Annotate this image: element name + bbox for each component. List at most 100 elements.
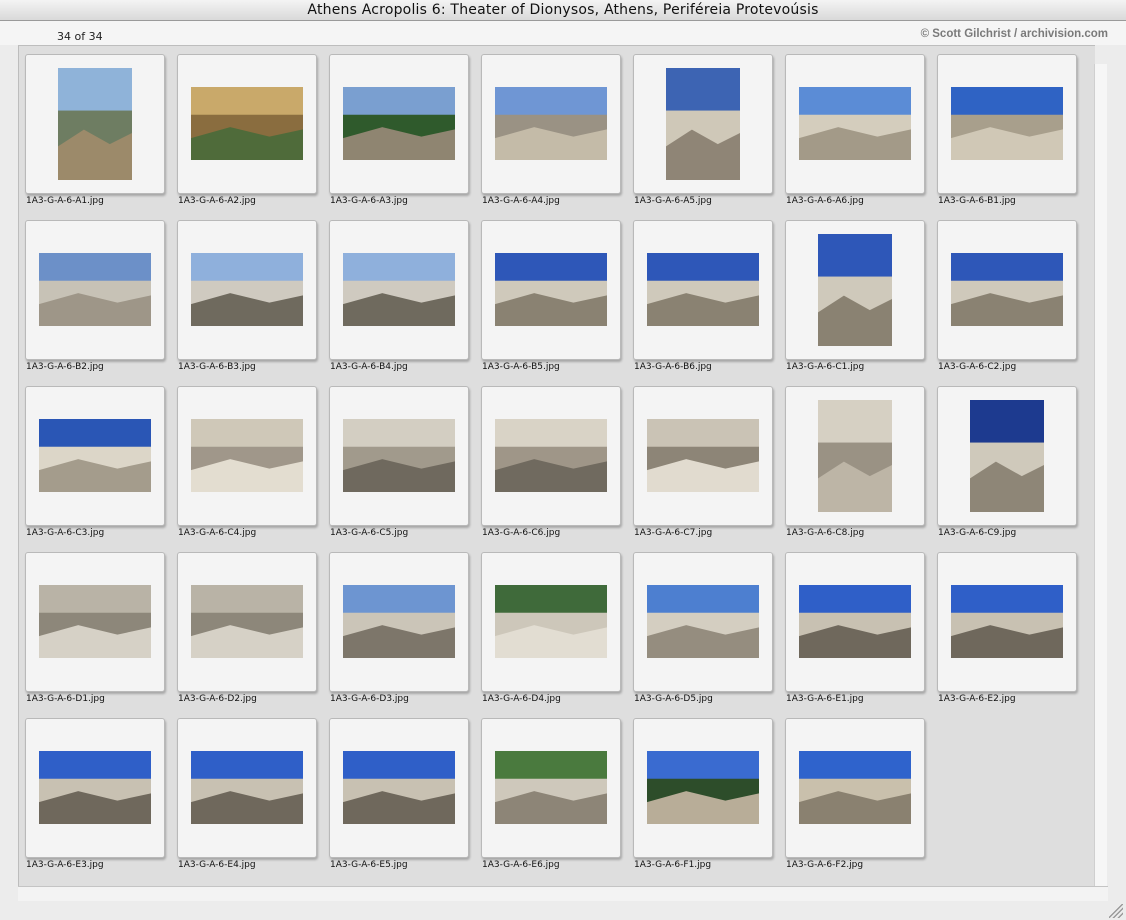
filename-label: 1A3-G-A-6-C5.jpg	[330, 528, 409, 538]
filename-label: 1A3-G-A-6-C8.jpg	[786, 528, 865, 538]
slide-thumbnail[interactable]	[633, 54, 773, 194]
slide-thumbnail[interactable]	[177, 718, 317, 858]
photo-image	[58, 68, 132, 180]
filename-label: 1A3-G-A-6-E6.jpg	[482, 860, 560, 870]
slide-thumbnail[interactable]	[481, 220, 621, 360]
slide-thumbnail[interactable]	[177, 552, 317, 692]
slide-thumbnail[interactable]	[785, 718, 925, 858]
resize-grip-icon[interactable]	[1109, 904, 1123, 918]
filename-label: 1A3-G-A-6-B4.jpg	[330, 362, 408, 372]
slide-thumbnail[interactable]	[785, 386, 925, 526]
slide-thumbnail[interactable]	[25, 718, 165, 858]
filename-label: 1A3-G-A-6-E5.jpg	[330, 860, 408, 870]
copyright-credit: © Scott Gilchrist / archivision.com	[920, 28, 1108, 40]
photo-image	[799, 585, 911, 658]
filename-label: 1A3-G-A-6-C9.jpg	[938, 528, 1017, 538]
slide-thumbnail[interactable]	[481, 718, 621, 858]
photo-image	[39, 253, 151, 326]
image-count: 34 of 34	[57, 30, 103, 43]
filename-label: 1A3-G-A-6-A3.jpg	[330, 196, 408, 206]
filename-label: 1A3-G-A-6-B6.jpg	[634, 362, 712, 372]
slide-thumbnail[interactable]	[329, 220, 469, 360]
slide-thumbnail[interactable]	[785, 552, 925, 692]
slide-thumbnail[interactable]	[481, 386, 621, 526]
vertical-scrollbar[interactable]	[1094, 64, 1107, 886]
photo-image	[495, 751, 607, 824]
slide-thumbnail[interactable]	[329, 718, 469, 858]
photo-image	[495, 419, 607, 492]
filename-label: 1A3-G-A-6-E4.jpg	[178, 860, 256, 870]
photo-image	[647, 585, 759, 658]
photo-image	[39, 419, 151, 492]
slide-thumbnail[interactable]	[937, 552, 1077, 692]
filename-label: 1A3-G-A-6-B2.jpg	[26, 362, 104, 372]
filename-label: 1A3-G-A-6-D2.jpg	[178, 694, 257, 704]
photo-image	[495, 87, 607, 160]
filename-label: 1A3-G-A-6-F2.jpg	[786, 860, 864, 870]
filename-label: 1A3-G-A-6-E1.jpg	[786, 694, 864, 704]
info-bar: 34 of 34 © Scott Gilchrist / archivision…	[0, 21, 1126, 45]
photo-image	[191, 419, 303, 492]
slide-thumbnail[interactable]	[25, 54, 165, 194]
slide-thumbnail[interactable]	[25, 220, 165, 360]
photo-image	[799, 751, 911, 824]
slide-thumbnail[interactable]	[329, 552, 469, 692]
slide-thumbnail[interactable]	[785, 220, 925, 360]
photo-image	[191, 751, 303, 824]
slide-thumbnail[interactable]	[937, 386, 1077, 526]
slide-thumbnail[interactable]	[633, 220, 773, 360]
slide-thumbnail[interactable]	[937, 54, 1077, 194]
photo-image	[818, 400, 892, 512]
slide-thumbnail[interactable]	[25, 552, 165, 692]
slide-thumbnail[interactable]	[329, 386, 469, 526]
slide-thumbnail[interactable]	[937, 220, 1077, 360]
filename-label: 1A3-G-A-6-C1.jpg	[786, 362, 865, 372]
filename-label: 1A3-G-A-6-D3.jpg	[330, 694, 409, 704]
filename-label: 1A3-G-A-6-A2.jpg	[178, 196, 256, 206]
photo-image	[39, 751, 151, 824]
photo-image	[191, 585, 303, 658]
photo-image	[39, 585, 151, 658]
photo-image	[647, 253, 759, 326]
photo-image	[495, 253, 607, 326]
photo-image	[343, 585, 455, 658]
photo-image	[343, 87, 455, 160]
photo-image	[951, 253, 1063, 326]
filename-label: 1A3-G-A-6-E2.jpg	[938, 694, 1016, 704]
filename-label: 1A3-G-A-6-B1.jpg	[938, 196, 1016, 206]
slide-thumbnail[interactable]	[633, 718, 773, 858]
slide-thumbnail[interactable]	[177, 220, 317, 360]
photo-image	[799, 87, 911, 160]
photo-image	[343, 419, 455, 492]
photo-image	[647, 419, 759, 492]
photo-image	[951, 585, 1063, 658]
slide-thumbnail[interactable]	[481, 552, 621, 692]
slide-thumbnail[interactable]	[633, 386, 773, 526]
photo-image	[191, 253, 303, 326]
window-title: Athens Acropolis 6: Theater of Dionysos,…	[0, 0, 1126, 21]
slide-thumbnail[interactable]	[633, 552, 773, 692]
filename-label: 1A3-G-A-6-A5.jpg	[634, 196, 712, 206]
photo-image	[970, 400, 1044, 512]
filename-label: 1A3-G-A-6-D5.jpg	[634, 694, 713, 704]
photo-image	[818, 234, 892, 346]
slide-thumbnail[interactable]	[177, 54, 317, 194]
slide-thumbnail[interactable]	[329, 54, 469, 194]
filename-label: 1A3-G-A-6-F1.jpg	[634, 860, 712, 870]
filename-label: 1A3-G-A-6-C4.jpg	[178, 528, 257, 538]
photo-image	[495, 585, 607, 658]
photo-image	[647, 751, 759, 824]
horizontal-scrollbar[interactable]	[18, 886, 1108, 901]
filename-label: 1A3-G-A-6-C7.jpg	[634, 528, 713, 538]
photo-image	[191, 87, 303, 160]
filename-label: 1A3-G-A-6-B5.jpg	[482, 362, 560, 372]
filename-label: 1A3-G-A-6-E3.jpg	[26, 860, 104, 870]
photo-image	[951, 87, 1063, 160]
slide-thumbnail[interactable]	[177, 386, 317, 526]
filename-label: 1A3-G-A-6-A4.jpg	[482, 196, 560, 206]
photo-image	[343, 751, 455, 824]
slide-thumbnail[interactable]	[481, 54, 621, 194]
photo-image	[343, 253, 455, 326]
slide-thumbnail[interactable]	[785, 54, 925, 194]
slide-thumbnail[interactable]	[25, 386, 165, 526]
